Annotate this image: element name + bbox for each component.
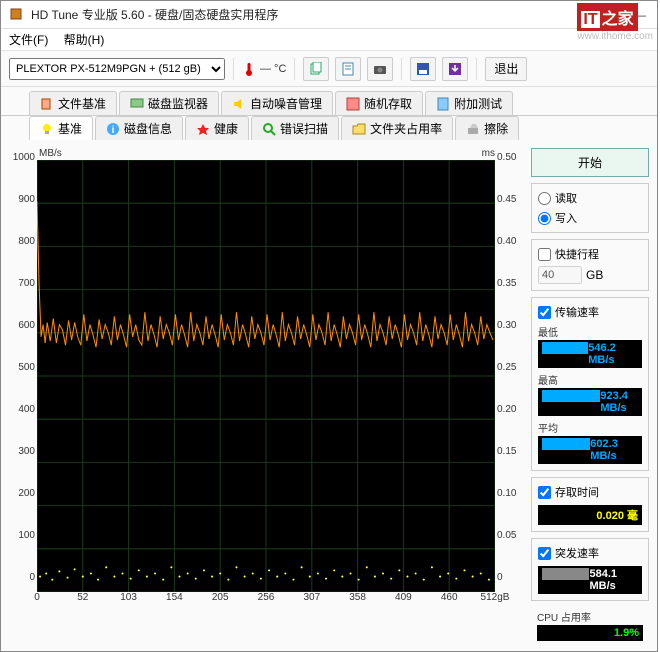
- file-bench-icon: [40, 97, 54, 111]
- stat-access: 0.020 毫: [538, 504, 642, 525]
- tab-file-benchmark[interactable]: 文件基准: [29, 91, 117, 115]
- separator: [233, 58, 234, 80]
- load-button[interactable]: [442, 57, 468, 81]
- chart-area: MB/s ms 1000 900 800 700 600 500 400 300…: [9, 148, 523, 643]
- speaker-icon: [232, 97, 246, 111]
- watermark: IT之家 www.ithome.com: [577, 3, 653, 42]
- text-icon: [341, 62, 355, 76]
- menu-help[interactable]: 帮助(H): [64, 33, 105, 47]
- chart-grid: [37, 160, 495, 592]
- camera-icon: [373, 62, 387, 76]
- access-group: 存取时间 0.020 毫: [531, 477, 649, 532]
- temperature-display: — °C: [242, 62, 286, 76]
- tab-erase[interactable]: 擦除: [455, 116, 519, 140]
- access-time-dots: [39, 566, 490, 580]
- tab-folder-usage[interactable]: 文件夹占用率: [341, 116, 453, 140]
- side-panel: 开始 读取 写入 快捷行程 GB 传输速率 最低546.2 MB/s 最高923…: [531, 148, 649, 643]
- write-radio[interactable]: 写入: [538, 210, 642, 226]
- shortstroke-spin: GB: [538, 266, 642, 284]
- tab-aam[interactable]: 自动噪音管理: [221, 91, 333, 115]
- y-right-unit: ms: [482, 148, 495, 159]
- tab-disk-monitor[interactable]: 磁盘监视器: [119, 91, 219, 115]
- folder-icon: [352, 122, 366, 136]
- content-area: MB/s ms 1000 900 800 700 600 500 400 300…: [1, 140, 657, 651]
- erase-icon: [466, 122, 480, 136]
- thermometer-icon: [242, 62, 256, 76]
- tab-info[interactable]: i磁盘信息: [95, 116, 183, 140]
- shortstroke-check[interactable]: 快捷行程: [538, 246, 642, 262]
- floppy-icon: [416, 62, 430, 76]
- transfer-rate-line: [37, 201, 493, 347]
- y-left-unit: MB/s: [39, 148, 62, 159]
- window-title: HD Tune 专业版 5.60 - 硬盘/固态硬盘实用程序: [31, 6, 625, 23]
- stat-min: 最低546.2 MB/s: [538, 324, 642, 368]
- toolbar: PLEXTOR PX-512M9PGN + (512 gB) — °C 退出: [1, 51, 657, 87]
- clipboard-icon: [436, 97, 450, 111]
- shortstroke-group: 快捷行程 GB: [531, 239, 649, 291]
- copy-info-button[interactable]: [303, 57, 329, 81]
- tab-row-bottom: 基准 i磁盘信息 健康 错误扫描 文件夹占用率 擦除: [1, 116, 657, 140]
- tab-extra-tests[interactable]: 附加测试: [425, 91, 513, 115]
- monitor-icon: [130, 97, 144, 111]
- tab-benchmark[interactable]: 基准: [29, 116, 93, 140]
- tab-random-access[interactable]: 随机存取: [335, 91, 423, 115]
- download-icon: [448, 62, 462, 76]
- separator: [401, 58, 402, 80]
- benchmark-chart: [37, 160, 495, 592]
- tab-row-top: 文件基准 磁盘监视器 自动噪音管理 随机存取 附加测试: [1, 87, 657, 116]
- burst-group: 突发速率 584.1 MB/s: [531, 538, 649, 601]
- copy-text-button[interactable]: [335, 57, 361, 81]
- burst-check[interactable]: 突发速率: [538, 545, 642, 561]
- random-icon: [346, 97, 360, 111]
- titlebar: HD Tune 专业版 5.60 - 硬盘/固态硬盘实用程序 — IT之家 ww…: [1, 1, 657, 29]
- tab-health[interactable]: 健康: [185, 116, 249, 140]
- tab-error-scan[interactable]: 错误扫描: [251, 116, 339, 140]
- mode-group: 读取 写入: [531, 183, 649, 233]
- stat-burst: 584.1 MB/s: [538, 565, 642, 594]
- screenshot-button[interactable]: [367, 57, 393, 81]
- separator: [476, 58, 477, 80]
- shortstroke-input[interactable]: [538, 266, 582, 284]
- access-check[interactable]: 存取时间: [538, 484, 642, 500]
- cpu-group: CPU 占用率1.9%: [531, 607, 649, 643]
- bulb-icon: [40, 122, 54, 136]
- stat-cpu: CPU 占用率1.9%: [537, 609, 643, 641]
- page-icon: [309, 62, 323, 76]
- stat-avg: 平均602.3 MB/s: [538, 420, 642, 464]
- save-button[interactable]: [410, 57, 436, 81]
- app-icon: [9, 7, 25, 23]
- stat-max: 最高923.4 MB/s: [538, 372, 642, 416]
- drive-select[interactable]: PLEXTOR PX-512M9PGN + (512 gB): [9, 58, 225, 80]
- exit-button[interactable]: 退出: [485, 57, 527, 81]
- magnifier-icon: [262, 122, 276, 136]
- read-radio[interactable]: 读取: [538, 190, 642, 206]
- info-icon: i: [106, 122, 120, 136]
- transfer-group: 传输速率 最低546.2 MB/s 最高923.4 MB/s 平均602.3 M…: [531, 297, 649, 471]
- transfer-check[interactable]: 传输速率: [538, 304, 642, 320]
- health-icon: [196, 122, 210, 136]
- app-window: HD Tune 专业版 5.60 - 硬盘/固态硬盘实用程序 — IT之家 ww…: [0, 0, 658, 652]
- start-button[interactable]: 开始: [531, 148, 649, 177]
- x-axis-labels: 0 52 103 154 205 256 307 358 409 460 512…: [37, 592, 495, 606]
- menu-file[interactable]: 文件(F): [9, 33, 48, 47]
- menubar: 文件(F) 帮助(H): [1, 29, 657, 51]
- chart-svg: [37, 160, 495, 592]
- separator: [294, 58, 295, 80]
- svg-text:i: i: [112, 125, 115, 136]
